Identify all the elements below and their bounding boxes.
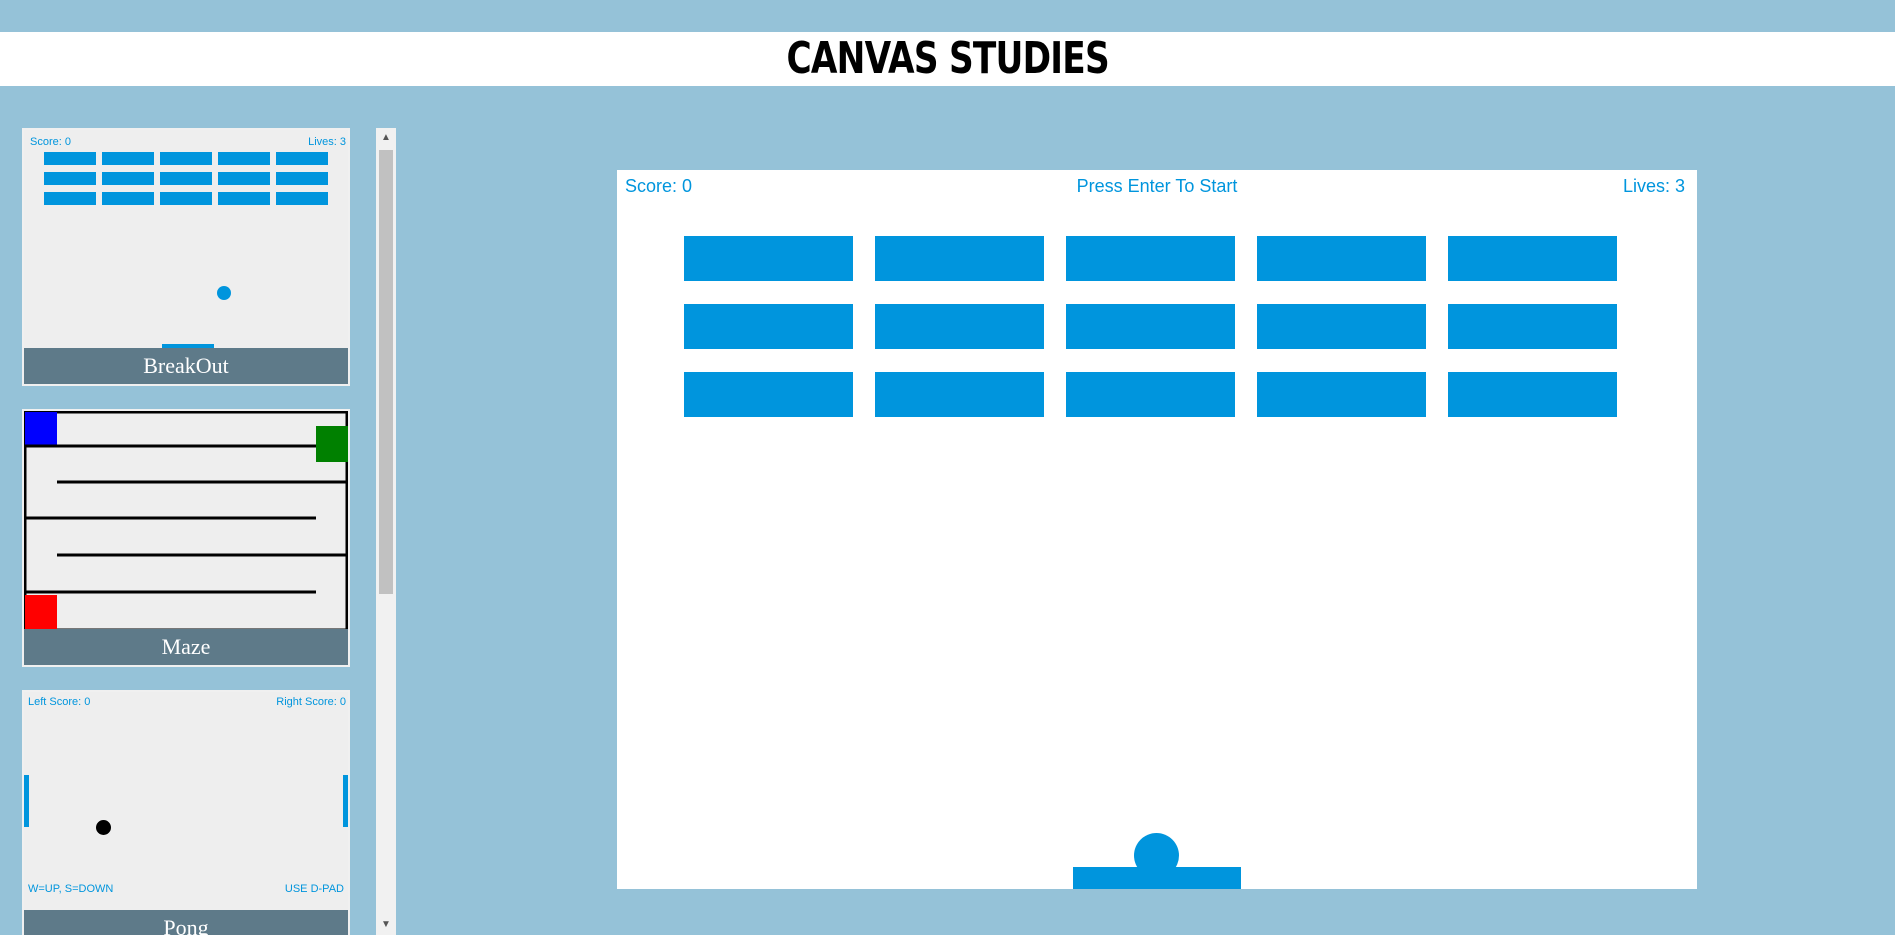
maze-thumbnail xyxy=(24,411,348,631)
brick xyxy=(875,236,1044,281)
game-card-maze[interactable]: Maze xyxy=(22,409,350,667)
brick xyxy=(276,172,328,185)
breakout-thumb-score: Score: 0 xyxy=(30,136,71,148)
brick xyxy=(102,172,154,185)
sidebar-scrollbar[interactable]: ▲ ▼ xyxy=(376,128,396,935)
header-bar: CANVAS STUDIES xyxy=(0,32,1895,86)
brick xyxy=(276,152,328,165)
brick xyxy=(1448,372,1617,417)
brick xyxy=(684,236,853,281)
ball xyxy=(217,286,231,300)
maze-start-square xyxy=(25,412,57,446)
brick xyxy=(160,192,212,205)
brick xyxy=(1448,236,1617,281)
brick xyxy=(1066,236,1235,281)
brick xyxy=(44,192,96,205)
brick xyxy=(875,372,1044,417)
breakout-game-canvas[interactable]: Score: 0 Press Enter To Start Lives: 3 xyxy=(617,170,1697,889)
pong-left-score: Left Score: 0 xyxy=(28,696,91,708)
game-card-breakout[interactable]: Score: 0 Lives: 3 BreakOut xyxy=(22,128,350,386)
brick xyxy=(160,152,212,165)
page-title: CANVAS STUDIES xyxy=(786,33,1109,84)
brick xyxy=(1257,304,1426,349)
maze-caption: Maze xyxy=(24,629,348,665)
pong-right-score: Right Score: 0 xyxy=(276,696,346,708)
pong-caption: Pong xyxy=(24,910,348,935)
breakout-thumbnail: Score: 0 Lives: 3 xyxy=(24,130,348,384)
maze-enemy-square xyxy=(25,595,57,629)
brick xyxy=(44,172,96,185)
game-card-pong[interactable]: Left Score: 0 Right Score: 0 W=UP, S=DOW… xyxy=(22,690,350,935)
breakout-caption: BreakOut xyxy=(24,348,348,384)
brick xyxy=(276,192,328,205)
start-prompt: Press Enter To Start xyxy=(1076,176,1238,196)
breakout-thumb-lives: Lives: 3 xyxy=(308,136,346,148)
brick xyxy=(1448,304,1617,349)
pong-thumbnail: Left Score: 0 Right Score: 0 W=UP, S=DOW… xyxy=(24,692,348,912)
pong-right-controls: USE D-PAD xyxy=(284,883,344,895)
scroll-up-arrow-icon[interactable]: ▲ xyxy=(376,128,396,148)
brick xyxy=(102,152,154,165)
brick xyxy=(218,152,270,165)
brick xyxy=(1257,236,1426,281)
game-list-sidebar: Score: 0 Lives: 3 BreakOut Maze Left Sco… xyxy=(22,128,354,935)
brick xyxy=(102,192,154,205)
brick xyxy=(875,304,1044,349)
left-paddle xyxy=(24,775,29,827)
brick xyxy=(160,172,212,185)
pong-ball xyxy=(96,820,111,835)
game-paddle xyxy=(1073,867,1241,889)
scroll-thumb[interactable] xyxy=(379,150,393,594)
brick xyxy=(684,304,853,349)
right-paddle xyxy=(343,775,348,827)
brick xyxy=(218,172,270,185)
pong-left-controls: W=UP, S=DOWN xyxy=(28,883,114,895)
brick xyxy=(218,192,270,205)
brick xyxy=(1066,304,1235,349)
brick xyxy=(684,372,853,417)
lives-display: Lives: 3 xyxy=(1622,176,1685,196)
brick xyxy=(1066,372,1235,417)
scroll-down-arrow-icon[interactable]: ▼ xyxy=(376,915,396,935)
maze-goal-square xyxy=(316,426,348,462)
brick xyxy=(1257,372,1426,417)
brick xyxy=(44,152,96,165)
